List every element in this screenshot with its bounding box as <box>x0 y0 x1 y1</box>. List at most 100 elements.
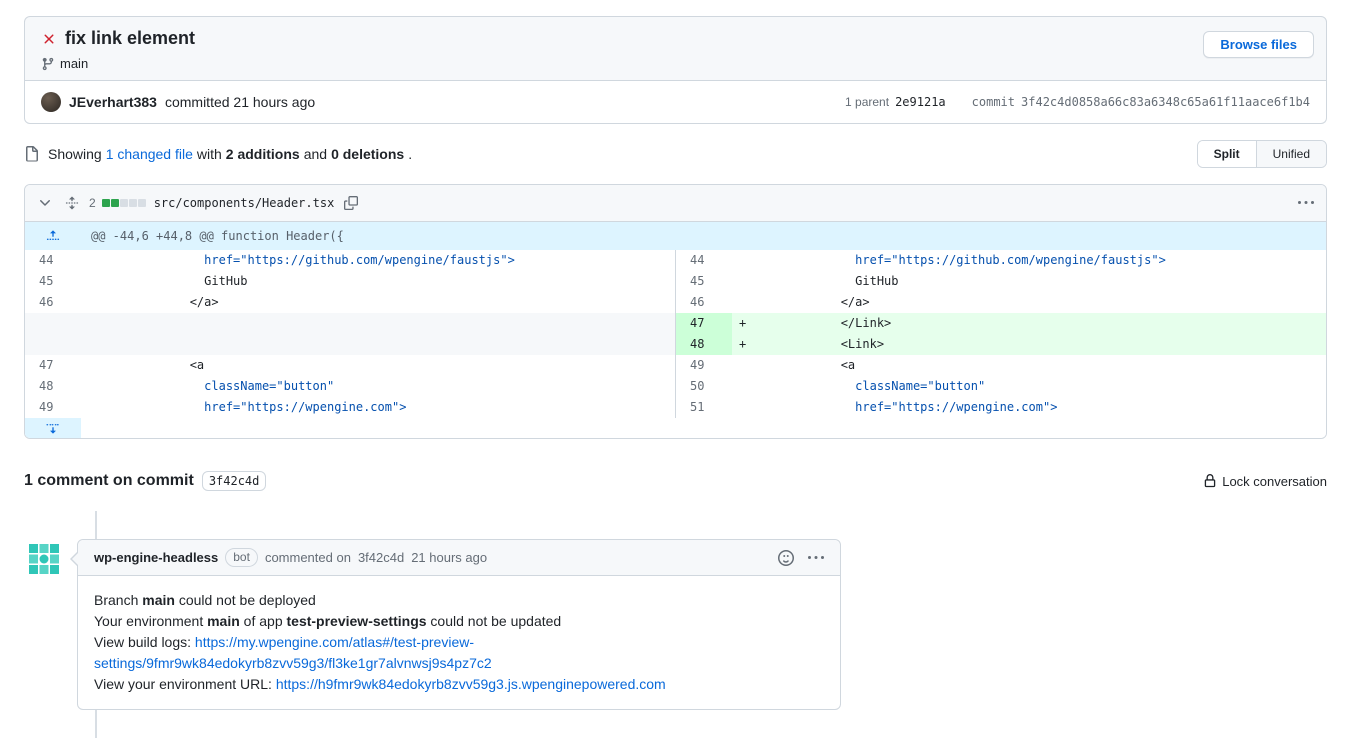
line-number[interactable]: 48 <box>676 334 732 355</box>
diff-row: 49 href="https://wpengine.com"> 51 href=… <box>25 397 1326 418</box>
lock-icon <box>1203 474 1217 488</box>
line-number[interactable]: 44 <box>676 250 732 271</box>
hunk-header-row: @@ -44,6 +44,8 @@ function Header({ <box>25 222 1326 250</box>
browse-files-button[interactable]: Browse files <box>1203 31 1314 58</box>
line-number[interactable]: 47 <box>676 313 732 334</box>
diff-row: 47 <a 49 <a <box>25 355 1326 376</box>
showing-prefix: Showing <box>48 146 102 162</box>
empty-cell <box>25 334 81 355</box>
code-line-added: </Link> <box>754 316 891 330</box>
unified-view-button[interactable]: Unified <box>1256 141 1326 167</box>
comment-body: Branch main could not be deployed Your e… <box>78 576 840 709</box>
diff-row: 44 href="https://github.com/wpengine/fau… <box>25 250 1326 271</box>
additions-count: 2 additions <box>226 146 300 162</box>
diff-row: 45 GitHub 45 GitHub <box>25 271 1326 292</box>
code-line-added: <Link> <box>754 337 884 351</box>
comments-heading: 1 comment on commit <box>24 472 194 490</box>
commit-meta-bar: JEverhart383 committed 21 hours ago 1 pa… <box>24 81 1327 124</box>
line-number[interactable]: 46 <box>25 292 81 313</box>
line-number[interactable]: 50 <box>676 376 732 397</box>
diffstat-blocks <box>101 196 146 210</box>
code-line: <a <box>754 358 855 372</box>
and-text: and <box>304 146 327 162</box>
comment-timeline: wp-engine-headless bot commented on 3f42… <box>24 539 1327 738</box>
comment-meta-pre: commented on <box>265 550 351 565</box>
commit-label: commit <box>972 95 1015 109</box>
code-line: href="https://github.com/wpengine/faustj… <box>103 253 515 267</box>
comment-meta-time[interactable]: 21 hours ago <box>411 550 487 565</box>
diff-view-toggle: Split Unified <box>1197 140 1327 168</box>
comment-line: Branch main could not be deployed <box>94 590 824 611</box>
line-number[interactable]: 49 <box>25 397 81 418</box>
smiley-icon[interactable] <box>778 550 794 566</box>
period-text: . <box>408 146 412 162</box>
code-line: <a <box>103 358 204 372</box>
environment-url-link[interactable]: https://h9fmr9wk84edokyrb8zvv59g3.js.wpe… <box>276 676 666 692</box>
git-branch-icon <box>41 57 55 71</box>
bot-avatar[interactable] <box>24 539 64 579</box>
collapse-file-chevron-down-icon[interactable] <box>35 193 55 213</box>
expand-down-row <box>25 418 1326 438</box>
line-number[interactable]: 48 <box>25 376 81 397</box>
commit-sha-chip: 3f42c4d <box>202 471 267 491</box>
file-path[interactable]: src/components/Header.tsx <box>154 196 335 210</box>
line-number[interactable]: 49 <box>676 355 732 376</box>
line-number[interactable]: 47 <box>25 355 81 376</box>
file-menu-kebab-icon[interactable] <box>1296 193 1316 213</box>
diff-file-box: 2 src/components/Header.tsx @@ -44,6 +44… <box>24 184 1327 439</box>
code-line: href="https://wpengine.com"> <box>103 400 406 414</box>
diffstat-count: 2 <box>89 196 96 210</box>
diff-row-addition: 48+ <Link> <box>25 334 1326 355</box>
diff-summary-bar: Showing 1 changed file with 2 additions … <box>24 140 1327 168</box>
parent-label: 1 parent <box>845 95 889 109</box>
commit-title: fix link element <box>65 28 195 49</box>
code-line: className="button" <box>103 379 334 393</box>
commit-time: committed 21 hours ago <box>165 94 315 110</box>
line-number[interactable]: 45 <box>25 271 81 292</box>
fold-up-icon[interactable] <box>25 222 81 250</box>
line-number[interactable]: 51 <box>676 397 732 418</box>
status-x-icon <box>41 31 57 47</box>
diffstat: 2 <box>89 196 146 210</box>
comment-line: View your environment URL: https://h9fmr… <box>94 674 824 695</box>
deletions-count: 0 deletions <box>331 146 404 162</box>
comment-meta-sha-link[interactable]: 3f42c4d <box>358 550 404 565</box>
comment-box: wp-engine-headless bot commented on 3f42… <box>77 539 841 710</box>
with-text: with <box>197 146 222 162</box>
lock-conversation-button[interactable]: Lock conversation <box>1203 474 1327 489</box>
diff-row-addition: 47+ </Link> <box>25 313 1326 334</box>
empty-cell <box>25 313 81 334</box>
parent-sha-link[interactable]: 2e9121a <box>895 95 946 109</box>
line-number[interactable]: 44 <box>25 250 81 271</box>
diff-row: 48 className="button" 50 className="butt… <box>25 376 1326 397</box>
line-number[interactable]: 46 <box>676 292 732 313</box>
file-diff-icon <box>24 146 44 162</box>
commit-sha: 3f42c4d0858a66c83a6348c65a61f11aace6f1b4 <box>1021 95 1310 109</box>
author-login[interactable]: JEverhart383 <box>69 94 157 110</box>
comments-heading-row: 1 comment on commit 3f42c4d Lock convers… <box>24 471 1327 491</box>
diff-file-header: 2 src/components/Header.tsx <box>25 185 1326 222</box>
bot-badge: bot <box>225 548 258 567</box>
comment-line: Your environment main of app test-previe… <box>94 611 824 632</box>
comment-line: View build logs: https://my.wpengine.com… <box>94 632 824 674</box>
code-line: className="button" <box>754 379 985 393</box>
copy-icon[interactable] <box>342 194 360 212</box>
author-avatar[interactable] <box>41 92 61 112</box>
code-line: GitHub <box>754 274 899 288</box>
code-line: href="https://github.com/wpengine/faustj… <box>754 253 1166 267</box>
unfold-icon[interactable] <box>63 194 81 212</box>
commit-header-box: fix link element main Browse files <box>24 16 1327 81</box>
comment-menu-kebab-icon[interactable] <box>808 550 824 566</box>
code-line: GitHub <box>103 274 248 288</box>
diff-row: 46 </a> 46 </a> <box>25 292 1326 313</box>
split-view-button[interactable]: Split <box>1198 141 1256 167</box>
comment-header: wp-engine-headless bot commented on 3f42… <box>78 540 840 576</box>
code-line: href="https://wpengine.com"> <box>754 400 1057 414</box>
changed-files-link[interactable]: 1 changed file <box>106 146 193 162</box>
line-number[interactable]: 45 <box>676 271 732 292</box>
hunk-header: @@ -44,6 +44,8 @@ function Header({ <box>81 222 344 250</box>
code-line: </a> <box>103 295 219 309</box>
comment-author[interactable]: wp-engine-headless <box>94 550 218 565</box>
branch-name[interactable]: main <box>60 56 88 71</box>
fold-down-icon[interactable] <box>25 418 81 438</box>
